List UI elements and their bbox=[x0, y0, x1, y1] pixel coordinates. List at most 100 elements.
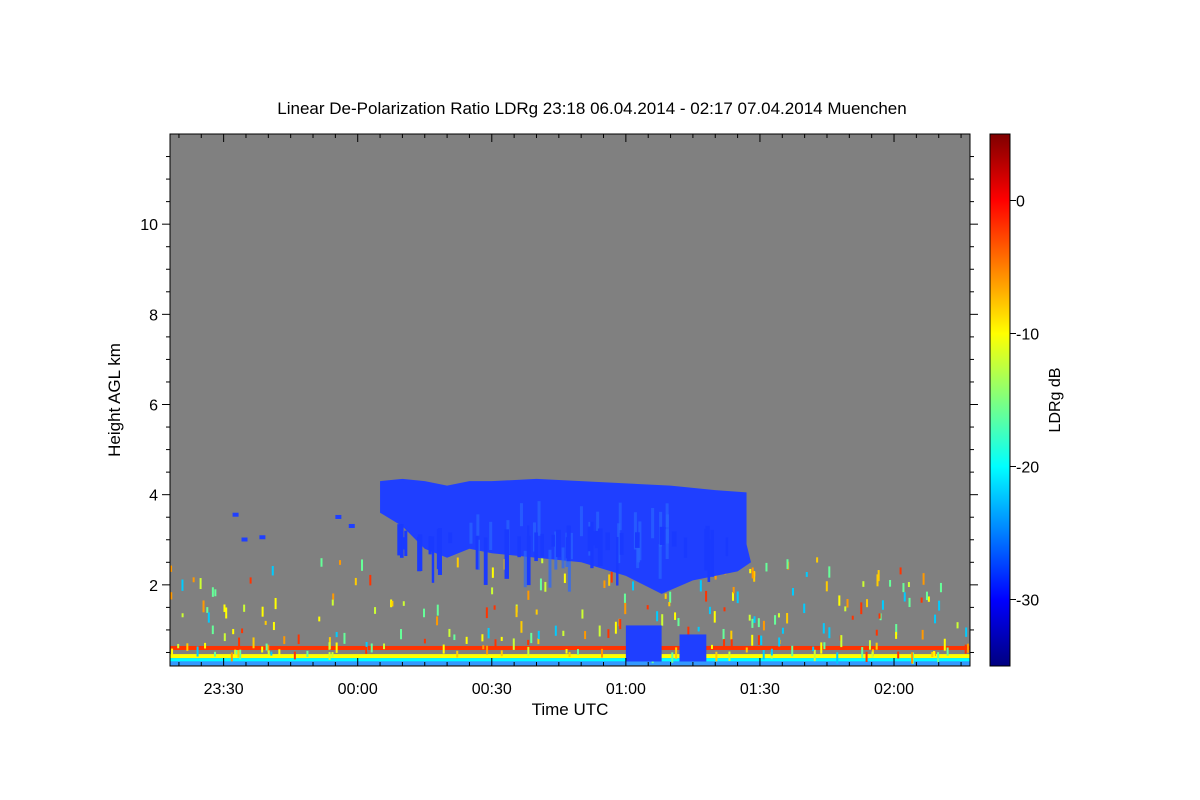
noise-speck bbox=[278, 649, 281, 657]
noise-speck bbox=[318, 616, 321, 622]
noise-speck bbox=[520, 621, 523, 633]
colorbar-tick-label: 0 bbox=[1016, 194, 1025, 211]
colorbar-label: LDRg dB bbox=[1047, 368, 1064, 433]
noise-speck bbox=[448, 628, 451, 637]
cloud-streak bbox=[519, 503, 523, 527]
noise-speck bbox=[515, 605, 518, 618]
noise-speck bbox=[899, 567, 902, 575]
noise-speck bbox=[297, 634, 300, 645]
noise-speck bbox=[753, 616, 756, 623]
noise-speck bbox=[369, 574, 372, 586]
cloud-patch bbox=[335, 514, 342, 519]
noise-speck bbox=[456, 650, 459, 658]
noise-speck bbox=[805, 571, 808, 577]
noise-speck bbox=[584, 631, 587, 640]
noise-speck bbox=[339, 560, 342, 565]
noise-speck bbox=[598, 625, 601, 637]
noise-speck bbox=[530, 632, 533, 644]
colorbar-ticks: 0 -10 -20 -30 bbox=[1010, 194, 1039, 610]
noise-speck bbox=[699, 580, 702, 592]
noise-speck bbox=[485, 607, 488, 619]
noise-speck bbox=[170, 592, 173, 600]
noise-speck bbox=[875, 629, 878, 636]
noise-speck bbox=[537, 630, 540, 640]
colorbar-tick-label: -20 bbox=[1016, 460, 1039, 477]
noise-speck bbox=[206, 607, 209, 613]
noise-speck bbox=[186, 643, 189, 651]
noise-speck bbox=[840, 635, 843, 648]
noise-speck bbox=[730, 639, 733, 647]
noise-speck bbox=[482, 645, 485, 650]
noise-speck bbox=[875, 642, 878, 650]
noise-speck bbox=[204, 642, 207, 649]
noise-speck bbox=[383, 643, 386, 650]
noise-speck bbox=[730, 630, 733, 640]
noise-speck bbox=[568, 652, 571, 657]
cloud-virga bbox=[437, 528, 442, 575]
noise-speck bbox=[777, 613, 780, 618]
noise-speck bbox=[907, 582, 910, 588]
noise-speck bbox=[828, 627, 831, 639]
noise-speck bbox=[674, 612, 677, 620]
colorbar-gradient bbox=[989, 133, 1011, 667]
noise-speck bbox=[512, 638, 515, 650]
noise-speck bbox=[563, 573, 566, 584]
noise-speck bbox=[927, 596, 930, 602]
noise-speck bbox=[844, 606, 847, 612]
noise-speck bbox=[527, 639, 530, 646]
noise-speck bbox=[878, 613, 881, 619]
noise-speck bbox=[354, 577, 357, 586]
noise-speck bbox=[211, 625, 214, 635]
cloud-virga bbox=[671, 531, 677, 547]
noise-speck bbox=[576, 649, 579, 655]
cloud-virga bbox=[710, 529, 714, 577]
noise-speck bbox=[370, 643, 373, 653]
noise-speck bbox=[214, 589, 217, 597]
cloud-virga bbox=[397, 524, 402, 556]
noise-speck bbox=[713, 611, 716, 623]
cloud-virga bbox=[587, 526, 591, 552]
cloud-virga bbox=[725, 537, 729, 557]
noise-speck bbox=[436, 616, 439, 626]
noise-speck bbox=[328, 652, 331, 660]
cloud-streak bbox=[618, 502, 622, 531]
x-tick-label: 00:00 bbox=[338, 681, 378, 698]
ground-layer-3 bbox=[170, 661, 970, 666]
noise-speck bbox=[202, 600, 205, 613]
x-tick-label: 01:00 bbox=[606, 681, 646, 698]
noise-speck bbox=[614, 621, 617, 634]
noise-speck bbox=[272, 621, 275, 631]
noise-speck bbox=[225, 607, 228, 619]
noise-speck bbox=[239, 649, 242, 660]
noise-speck bbox=[581, 609, 584, 619]
cloud-virga bbox=[683, 537, 688, 558]
noise-speck bbox=[965, 627, 968, 637]
y-tick-label: 6 bbox=[149, 398, 158, 415]
noise-speck bbox=[731, 592, 734, 601]
y-tick-label: 8 bbox=[149, 307, 158, 324]
cloud-streak bbox=[469, 522, 473, 544]
cloud-virga bbox=[659, 526, 665, 545]
noise-speck bbox=[791, 645, 794, 657]
noise-speck bbox=[736, 591, 739, 604]
y-tick-label: 10 bbox=[140, 217, 158, 234]
x-tick-label: 02:00 bbox=[874, 681, 914, 698]
noise-speck bbox=[765, 562, 768, 572]
cloud-virga bbox=[483, 537, 488, 585]
noise-speck bbox=[343, 632, 346, 644]
colorbar: 0 -10 -20 -30 LDRg dB bbox=[989, 133, 1064, 667]
noise-speck bbox=[223, 633, 226, 642]
noise-speck bbox=[803, 603, 806, 614]
cloud-streak bbox=[489, 521, 493, 551]
noise-speck bbox=[751, 567, 754, 579]
noise-speck bbox=[252, 637, 255, 649]
cloud-virga bbox=[475, 536, 479, 570]
noise-speck bbox=[881, 600, 884, 610]
noise-speck bbox=[608, 574, 611, 586]
noise-speck bbox=[264, 620, 267, 625]
noise-speck bbox=[192, 577, 195, 583]
noise-speck bbox=[813, 649, 816, 662]
noise-speck bbox=[177, 643, 180, 649]
noise-speck bbox=[925, 591, 928, 601]
noise-speck bbox=[465, 636, 468, 644]
